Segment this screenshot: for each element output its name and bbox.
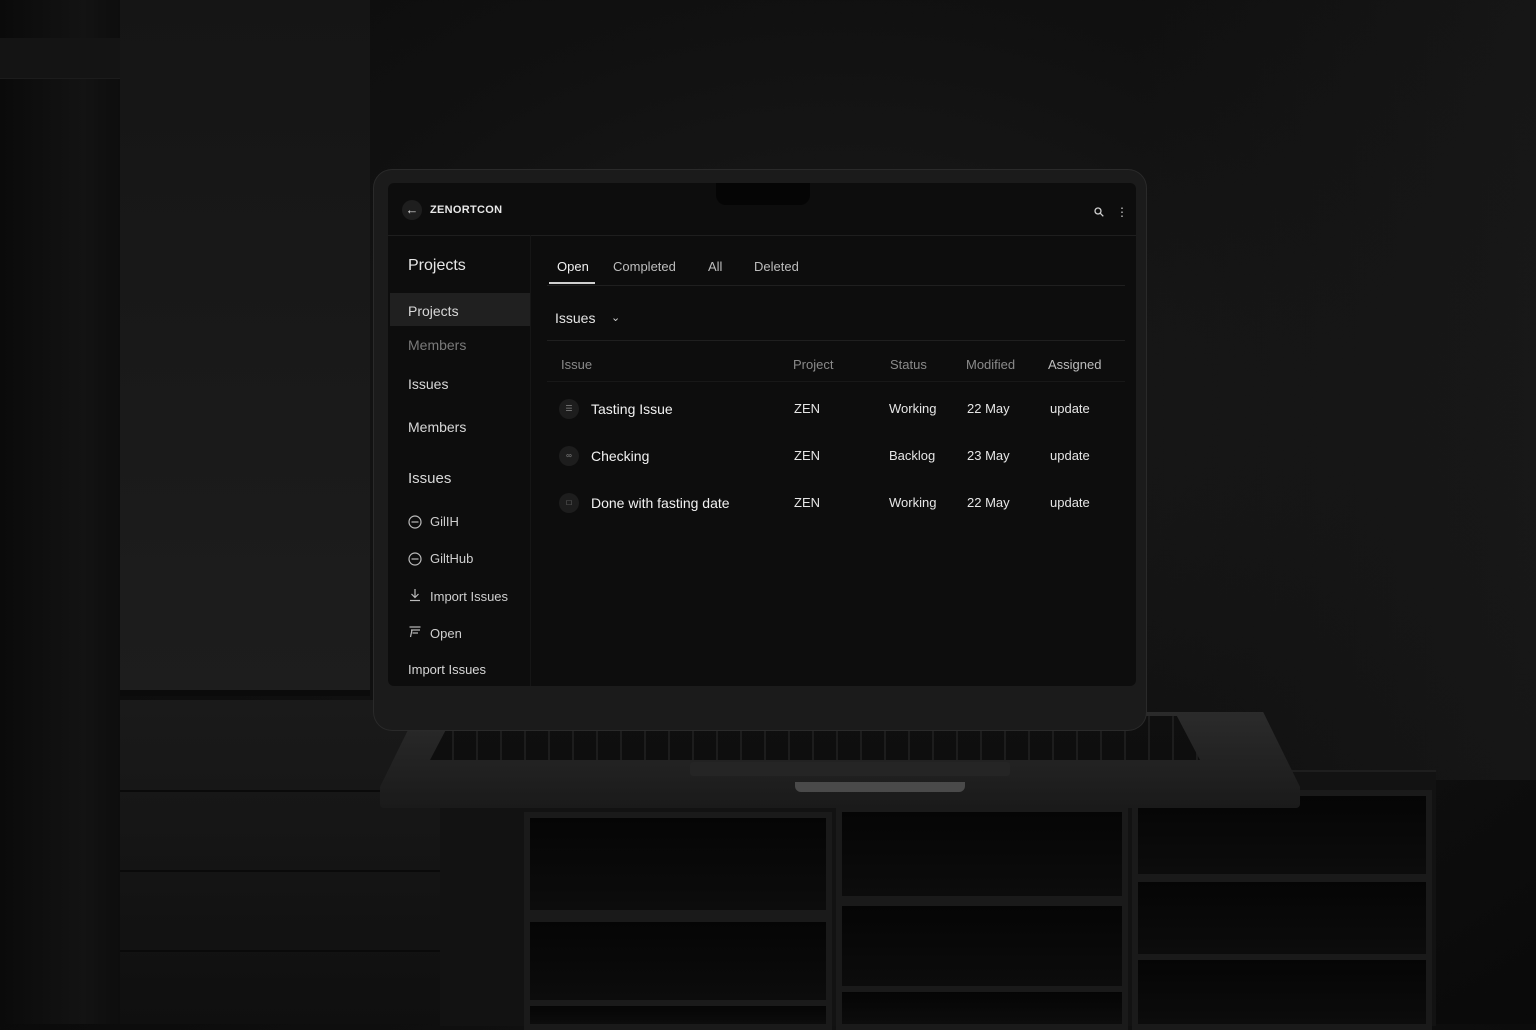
- sidebar-item-import-issues-2[interactable]: Import Issues: [408, 662, 486, 677]
- issue-type-icon: ☰: [559, 399, 579, 419]
- back-arrow-icon[interactable]: ←: [402, 200, 422, 220]
- search-icon[interactable]: [1094, 207, 1104, 217]
- issue-title[interactable]: Checking: [591, 448, 649, 464]
- table-row[interactable]: ☰ Tasting Issue ZEN Working 22 May updat…: [547, 389, 1125, 429]
- sidebar-section-issues[interactable]: Issues: [408, 470, 451, 487]
- column-header-assigned[interactable]: Assigned: [1048, 357, 1101, 372]
- tab-all[interactable]: All: [708, 259, 722, 274]
- laptop-trackpad: [690, 762, 1010, 776]
- issue-project: ZEN: [794, 401, 820, 416]
- chevron-down-icon[interactable]: ⌄: [611, 311, 620, 324]
- app-title: ZENORTCON: [430, 204, 503, 216]
- shelf-cubby: [1132, 876, 1432, 960]
- laptop-front-lip: [795, 782, 965, 792]
- issue-status: Working: [889, 401, 937, 416]
- list-flag-icon: [409, 626, 421, 638]
- issue-status: Working: [889, 495, 937, 510]
- background-cabinet: [120, 700, 440, 1024]
- issue-modified: 22 May: [967, 401, 1010, 416]
- filter-divider: [547, 340, 1125, 341]
- issue-title[interactable]: Done with fasting date: [591, 495, 730, 511]
- shelf-cubby: [836, 806, 1128, 902]
- circle-minus-icon: [408, 552, 422, 566]
- issues-filter-dropdown[interactable]: Issues: [555, 310, 595, 326]
- issue-assigned: update: [1050, 401, 1090, 416]
- shelf-cubby: [1132, 954, 1432, 1030]
- shelf-cubby: [524, 812, 832, 916]
- circle-minus-icon: [408, 515, 422, 529]
- table-row[interactable]: □ Done with fasting date ZEN Working 22 …: [547, 483, 1125, 523]
- sidebar-header: Projects: [408, 257, 466, 274]
- issue-status: Backlog: [889, 448, 936, 463]
- table-row[interactable]: ∞ Checking ZEN Backlog 23 May update: [547, 436, 1125, 476]
- table-header-divider: [547, 381, 1125, 382]
- column-header-status[interactable]: Status: [890, 357, 927, 372]
- cabinet-drawer-line: [120, 870, 440, 872]
- issue-type-icon: ∞: [559, 446, 579, 466]
- sidebar-item-projects[interactable]: Projects: [408, 303, 459, 319]
- shelf-cubby: [836, 986, 1128, 1030]
- sidebar-item-gilthub[interactable]: GiltHub: [430, 551, 473, 566]
- more-vertical-icon[interactable]: ⋮: [1116, 205, 1128, 219]
- tabs-divider: [547, 285, 1125, 286]
- shelf-cubby: [524, 1000, 832, 1030]
- issue-assigned: update: [1050, 448, 1090, 463]
- column-header-issue[interactable]: Issue: [561, 357, 592, 372]
- main-panel: Open Completed All Deleted Issues ⌄ Issu…: [531, 235, 1136, 686]
- sidebar-item-open[interactable]: Open: [430, 626, 462, 641]
- sidebar-item-import-issues[interactable]: Import Issues: [430, 589, 508, 604]
- sidebar-item-members[interactable]: Members: [408, 337, 466, 353]
- shelf-cubby: [524, 916, 832, 1006]
- issue-project: ZEN: [794, 448, 820, 463]
- tab-deleted[interactable]: Deleted: [754, 259, 799, 274]
- sidebar-item-gilih[interactable]: GilIH: [430, 514, 459, 529]
- background-pillar-cap: [0, 38, 130, 79]
- column-header-modified[interactable]: Modified: [966, 357, 1015, 372]
- laptop-screen: ← ZENORTCON ⋮ Projects Projects Members …: [388, 183, 1136, 686]
- sidebar-item-members-2[interactable]: Members: [408, 419, 466, 435]
- sidebar: Projects Projects Members Issues Members…: [388, 235, 531, 686]
- download-icon: [410, 589, 420, 602]
- issue-project: ZEN: [794, 495, 820, 510]
- sidebar-item-issues[interactable]: Issues: [408, 376, 448, 392]
- tab-open[interactable]: Open: [557, 259, 589, 274]
- issue-type-icon: □: [559, 493, 579, 513]
- column-header-project[interactable]: Project: [793, 357, 833, 372]
- background-right-wall: [1136, 0, 1536, 780]
- cabinet-drawer-line: [120, 950, 440, 952]
- issue-assigned: update: [1050, 495, 1090, 510]
- camera-notch: [716, 183, 810, 205]
- issue-title[interactable]: Tasting Issue: [591, 401, 673, 417]
- background-wall-panel: [120, 0, 370, 696]
- shelf-cubby: [836, 900, 1128, 992]
- issue-modified: 22 May: [967, 495, 1010, 510]
- active-tab-indicator: [549, 282, 595, 284]
- tab-completed[interactable]: Completed: [613, 259, 676, 274]
- issue-modified: 23 May: [967, 448, 1010, 463]
- background-pillar: [0, 0, 120, 1024]
